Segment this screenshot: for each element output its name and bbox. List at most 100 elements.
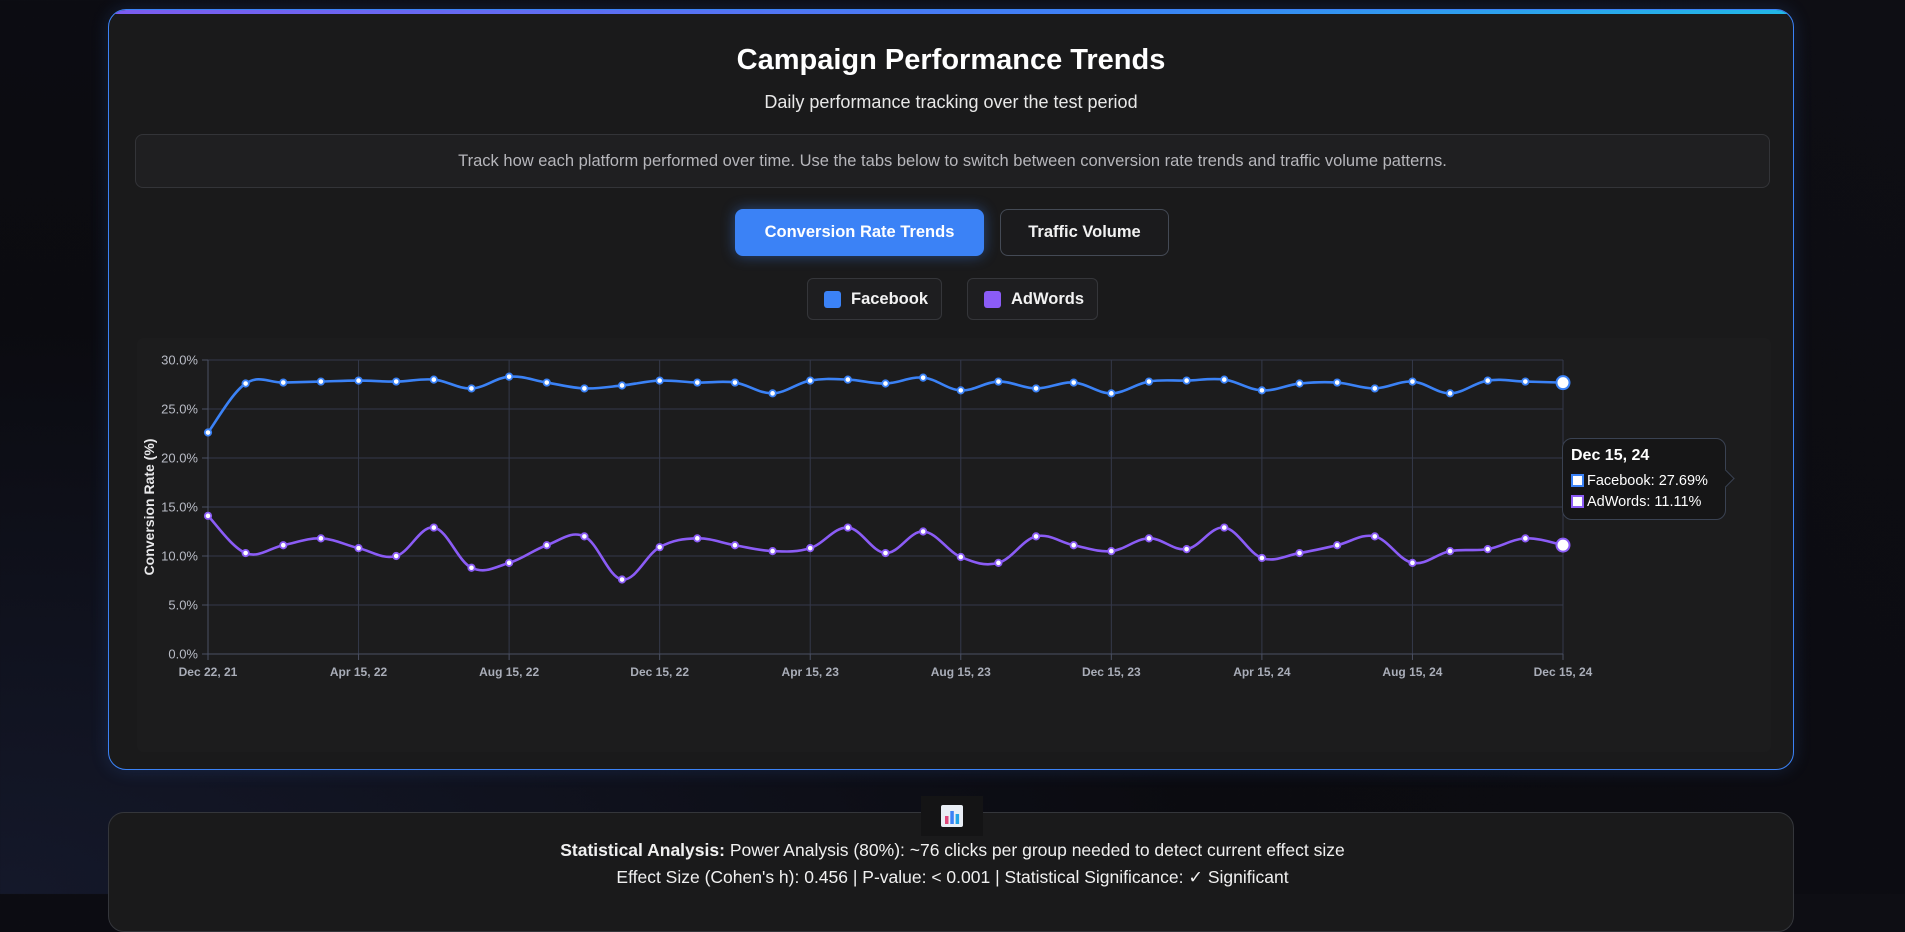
data-point-adwords[interactable] <box>806 544 815 553</box>
data-point-facebook[interactable] <box>730 378 740 387</box>
y-tick-label: 5.0% <box>168 598 198 613</box>
data-point-adwords[interactable] <box>505 558 514 567</box>
data-point-facebook[interactable] <box>1257 386 1266 395</box>
data-point-adwords[interactable] <box>994 558 1003 567</box>
data-point-adwords[interactable] <box>919 527 928 536</box>
data-point-adwords[interactable] <box>542 541 551 550</box>
trends-card: Campaign Performance Trends Daily perfor… <box>108 9 1794 770</box>
data-point-adwords[interactable] <box>1295 548 1304 558</box>
data-point-facebook[interactable] <box>994 377 1003 386</box>
data-point-adwords[interactable] <box>1144 534 1154 543</box>
data-point-adwords[interactable] <box>768 547 777 556</box>
data-point-facebook[interactable] <box>542 378 551 387</box>
data-point-facebook[interactable] <box>1408 377 1417 386</box>
x-tick-label: Dec 22, 21 <box>179 665 238 679</box>
data-point-adwords[interactable] <box>1483 545 1492 554</box>
data-point-facebook[interactable] <box>768 389 777 398</box>
data-point-facebook[interactable] <box>655 376 664 385</box>
data-point-adwords[interactable] <box>467 563 476 572</box>
data-point-facebook[interactable] <box>1333 378 1342 387</box>
y-tick-label: 15.0% <box>161 500 198 515</box>
data-point-facebook[interactable] <box>1555 375 1571 391</box>
tooltip-value-facebook: Facebook: 27.69% <box>1587 472 1708 489</box>
legend-item-adwords[interactable]: AdWords <box>967 278 1098 320</box>
stats-line-2: Effect Size (Cohen's h): 0.456 | P-value… <box>616 867 1289 887</box>
tab-conversion-rate-trends[interactable]: Conversion Rate Trends <box>735 209 984 256</box>
data-point-adwords[interactable] <box>241 548 250 558</box>
chart-area: 0.0% 5.0% 10.0% 15.0% 20.0% 25.0% 30.0% Dec 22,… <box>137 338 1771 752</box>
data-point-adwords[interactable] <box>203 511 213 520</box>
data-point-adwords[interactable] <box>1220 523 1229 532</box>
series-line-adwords <box>207 514 1564 581</box>
data-point-facebook[interactable] <box>1370 384 1379 393</box>
data-point-facebook[interactable] <box>919 373 928 382</box>
tooltip-row-adwords: AdWords: 11.11% <box>1571 491 1725 512</box>
info-box: Track how each platform performed over t… <box>135 134 1770 188</box>
data-point-adwords[interactable] <box>429 523 438 532</box>
line-chart[interactable]: 0.0% 5.0% 10.0% 15.0% 20.0% 25.0% 30.0% Dec 22,… <box>137 338 1771 752</box>
y-tick-label: 25.0% <box>161 402 198 417</box>
data-point-facebook[interactable] <box>617 381 627 390</box>
data-point-adwords[interactable] <box>1333 541 1342 550</box>
data-point-facebook[interactable] <box>505 372 514 381</box>
data-point-adwords[interactable] <box>1521 534 1530 543</box>
data-point-facebook[interactable] <box>881 379 890 388</box>
data-point-facebook[interactable] <box>1182 376 1191 385</box>
data-point-adwords[interactable] <box>1107 547 1116 556</box>
data-point-adwords[interactable] <box>1555 537 1571 553</box>
data-point-adwords[interactable] <box>843 523 852 532</box>
data-point-adwords[interactable] <box>1408 558 1417 567</box>
data-point-facebook[interactable] <box>429 375 438 384</box>
legend-item-facebook[interactable]: Facebook <box>807 278 942 320</box>
data-point-facebook[interactable] <box>392 377 401 386</box>
data-point-facebook[interactable] <box>1483 376 1492 385</box>
data-point-facebook[interactable] <box>1144 377 1154 386</box>
data-point-adwords[interactable] <box>730 541 740 550</box>
stats-line-1: Statistical Analysis: Power Analysis (80… <box>0 840 1905 861</box>
data-point-adwords[interactable] <box>1031 532 1041 541</box>
data-point-adwords[interactable] <box>316 534 326 543</box>
data-point-facebook[interactable] <box>1031 384 1041 393</box>
data-point-facebook[interactable] <box>203 428 213 437</box>
data-point-facebook[interactable] <box>1220 375 1229 384</box>
data-point-facebook[interactable] <box>806 376 815 385</box>
stats-label: Statistical Analysis: <box>560 840 725 860</box>
data-point-adwords[interactable] <box>655 543 664 552</box>
x-tick-label: Aug 15, 22 <box>479 665 539 679</box>
data-point-facebook[interactable] <box>1445 389 1455 398</box>
data-point-facebook[interactable] <box>1069 378 1078 387</box>
data-point-adwords[interactable] <box>1182 545 1191 554</box>
data-point-facebook[interactable] <box>467 384 476 393</box>
data-point-facebook[interactable] <box>279 378 288 387</box>
x-tick-label: Aug 15, 24 <box>1382 665 1442 679</box>
tooltip-date: Dec 15, 24 <box>1571 447 1650 464</box>
data-point-adwords[interactable] <box>617 575 627 584</box>
data-point-adwords[interactable] <box>693 534 702 543</box>
data-point-adwords[interactable] <box>279 541 288 550</box>
data-point-adwords[interactable] <box>354 544 363 553</box>
data-point-facebook[interactable] <box>316 377 326 386</box>
data-point-adwords[interactable] <box>392 551 401 561</box>
data-point-facebook[interactable] <box>1521 377 1530 386</box>
x-tick-label: Apr 15, 22 <box>330 665 388 679</box>
data-point-adwords[interactable] <box>1445 547 1455 556</box>
data-point-facebook[interactable] <box>354 376 363 385</box>
data-point-facebook[interactable] <box>1107 389 1116 398</box>
data-point-adwords[interactable] <box>881 548 890 558</box>
data-point-adwords[interactable] <box>956 552 965 562</box>
data-point-adwords[interactable] <box>1257 553 1266 563</box>
tooltip-row-facebook: Facebook: 27.69% <box>1571 470 1725 491</box>
data-point-facebook[interactable] <box>843 375 852 384</box>
data-point-adwords[interactable] <box>1069 541 1078 550</box>
data-point-facebook[interactable] <box>1295 379 1304 388</box>
tooltip-swatch-facebook <box>1571 474 1584 487</box>
data-point-facebook[interactable] <box>693 378 702 387</box>
data-point-facebook[interactable] <box>580 384 589 393</box>
data-point-facebook[interactable] <box>956 386 965 395</box>
data-point-adwords[interactable] <box>580 532 589 541</box>
data-point-adwords[interactable] <box>1370 532 1379 541</box>
y-axis-label: Conversion Rate (%) <box>141 439 157 576</box>
tab-traffic-volume[interactable]: Traffic Volume <box>1000 209 1169 256</box>
stats-icon-holder <box>921 796 983 836</box>
data-point-facebook[interactable] <box>241 379 250 388</box>
